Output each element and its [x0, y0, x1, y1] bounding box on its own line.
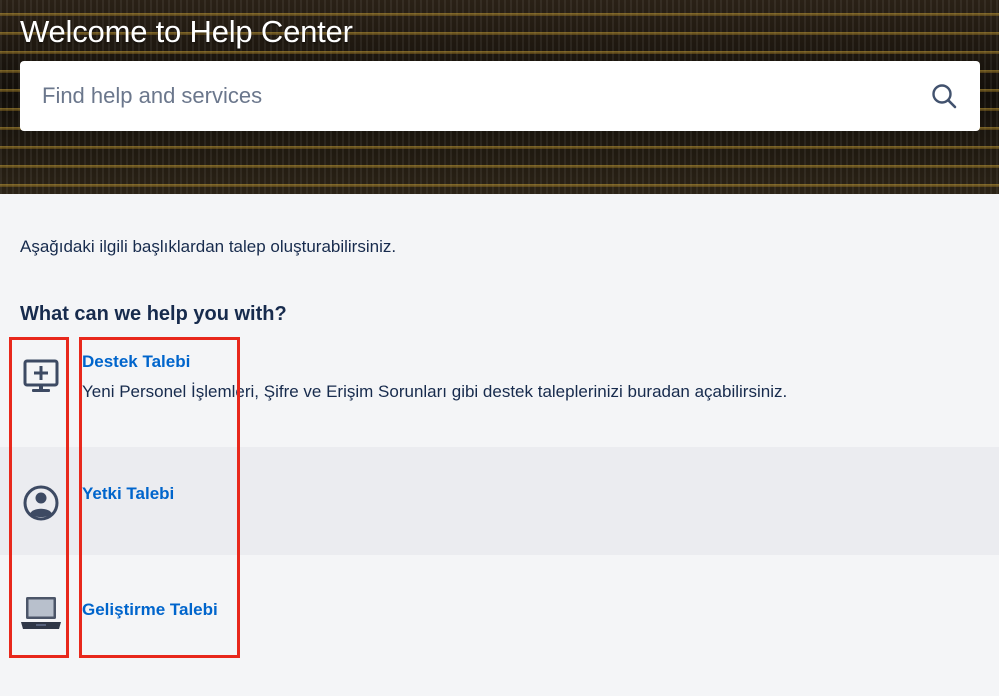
main-content: Aşağıdaki ilgili başlıklardan talep oluş…	[0, 194, 999, 696]
request-type-gelistirme[interactable]: Geliştirme Talebi	[0, 555, 999, 665]
intro-text: Aşağıdaki ilgili başlıklardan talep oluş…	[20, 237, 397, 256]
search-icon[interactable]	[930, 82, 958, 110]
section-title: What can we help you with?	[20, 303, 287, 325]
page-title: Welcome to Help Center	[20, 14, 353, 49]
search-input[interactable]	[42, 83, 930, 109]
request-type-title[interactable]: Destek Talebi	[82, 352, 190, 372]
laptop-icon	[21, 597, 61, 629]
monitor-plus-icon	[23, 359, 59, 392]
header-banner: Welcome to Help Center	[0, 0, 999, 194]
user-circle-icon	[23, 485, 59, 521]
request-type-destek[interactable]: Destek Talebi Yeni Personel İşlemleri, Ş…	[0, 337, 999, 447]
request-type-yetki[interactable]: Yetki Talebi	[0, 447, 999, 555]
request-type-title[interactable]: Geliştirme Talebi	[82, 600, 218, 620]
request-type-description: Yeni Personel İşlemleri, Şifre ve Erişim…	[82, 382, 788, 401]
search-bar[interactable]	[20, 61, 980, 131]
request-type-title[interactable]: Yetki Talebi	[82, 484, 174, 504]
